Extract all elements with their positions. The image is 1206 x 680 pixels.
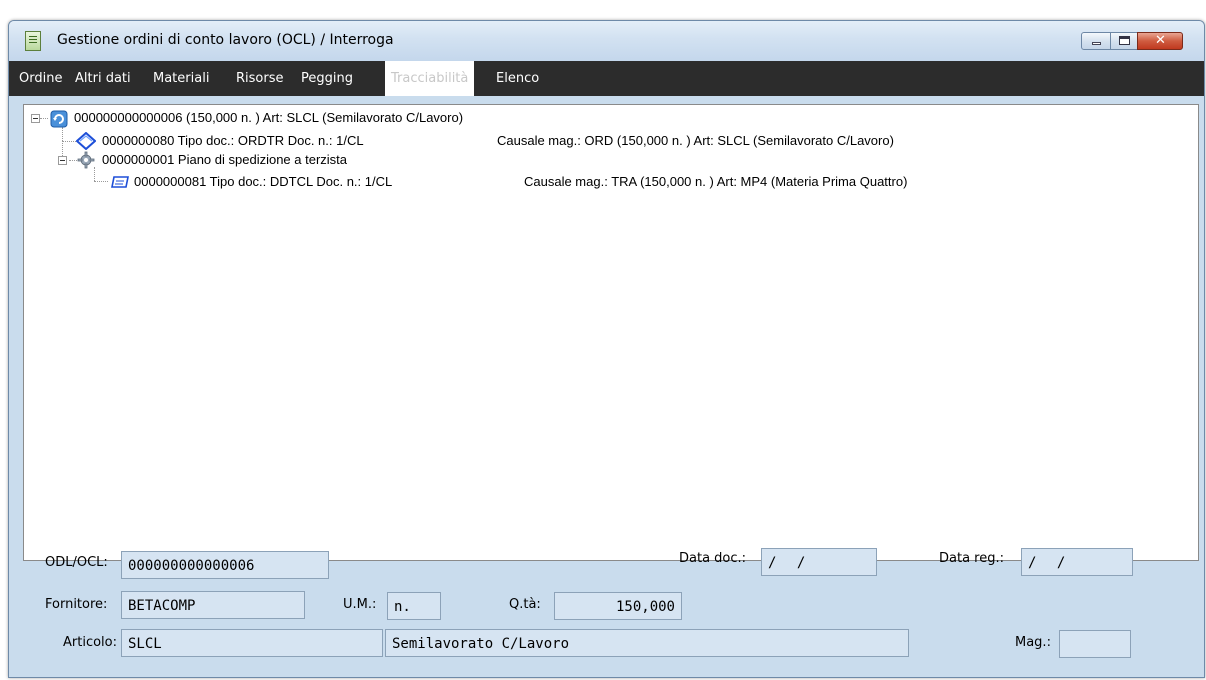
form-icon bbox=[25, 31, 41, 51]
qta-field[interactable]: 150,000 bbox=[554, 592, 682, 620]
tree-node-order-detail[interactable]: Causale mag.: ORD (150,000 n. ) Art: SLC… bbox=[497, 132, 894, 150]
tab-materiali[interactable]: Materiali bbox=[153, 61, 209, 96]
tree-connector bbox=[69, 160, 77, 161]
tree-connector bbox=[62, 141, 76, 142]
tree-root-label[interactable]: 000000000000006 (150,000 n. ) Art: SLCL … bbox=[74, 109, 463, 127]
tab-ordine[interactable]: Ordine bbox=[19, 61, 62, 96]
tree-node-ddt-code[interactable]: 0000000081 Tipo doc.: DDTCL Doc. n.: 1/C… bbox=[134, 173, 392, 191]
qta-label: Q.tà: bbox=[509, 597, 541, 612]
um-label: U.M.: bbox=[343, 597, 377, 612]
blue-diamond-icon bbox=[76, 132, 96, 150]
mag-field[interactable] bbox=[1059, 630, 1131, 658]
mag-label: Mag.: bbox=[1015, 635, 1051, 650]
data-reg-value: / / bbox=[1028, 555, 1072, 571]
data-doc-label: Data doc.: bbox=[679, 551, 747, 566]
articolo-field[interactable]: SLCL bbox=[121, 629, 383, 657]
tab-elenco[interactable]: Elenco bbox=[496, 61, 539, 96]
tree-connector bbox=[62, 127, 63, 141]
gear-icon bbox=[77, 151, 95, 169]
minimize-icon bbox=[1092, 42, 1101, 45]
tree-node-plan-code[interactable]: 0000000001 Piano di spedizione a terzist… bbox=[102, 151, 347, 169]
tree-node-order-code[interactable]: 0000000080 Tipo doc.: ORDTR Doc. n.: 1/C… bbox=[102, 132, 364, 150]
tree-connector bbox=[40, 118, 48, 119]
data-reg-label: Data reg.: bbox=[939, 551, 1004, 566]
tree-connector bbox=[94, 181, 108, 182]
data-reg-field[interactable]: / / bbox=[1021, 548, 1133, 576]
maximize-icon bbox=[1119, 36, 1130, 45]
data-doc-value: / / bbox=[768, 555, 812, 571]
collapse-root-toggle[interactable] bbox=[31, 114, 40, 123]
app-window: Gestione ordini di conto lavoro (OCL) / … bbox=[8, 20, 1205, 678]
tab-bar: Ordine Altri dati Materiali Risorse Pegg… bbox=[9, 61, 1204, 96]
tab-pegging[interactable]: Pegging bbox=[301, 61, 353, 96]
tab-altri-dati[interactable]: Altri dati bbox=[75, 61, 131, 96]
articolo-label: Articolo: bbox=[63, 635, 117, 650]
minimize-button[interactable] bbox=[1081, 32, 1111, 50]
articolo-description-field[interactable]: Semilavorato C/Lavoro bbox=[385, 629, 909, 657]
document-icon bbox=[111, 176, 129, 188]
fornitore-field[interactable]: BETACOMP bbox=[121, 591, 305, 619]
tree-node-ddt-detail[interactable]: Causale mag.: TRA (150,000 n. ) Art: MP4… bbox=[524, 173, 907, 191]
maximize-button[interactable] bbox=[1110, 32, 1138, 50]
traceability-tree[interactable]: 000000000000006 (150,000 n. ) Art: SLCL … bbox=[23, 104, 1199, 561]
order-refresh-icon bbox=[50, 110, 68, 128]
close-button[interactable]: ✕ bbox=[1137, 32, 1183, 50]
tab-tracciabilita[interactable]: Tracciabilità bbox=[385, 61, 475, 96]
tab-risorse[interactable]: Risorse bbox=[236, 61, 284, 96]
fornitore-label: Fornitore: bbox=[45, 597, 108, 612]
tree-connector bbox=[94, 167, 95, 181]
close-icon: ✕ bbox=[1155, 33, 1166, 48]
collapse-plan-toggle[interactable] bbox=[58, 156, 67, 165]
um-field[interactable]: n. bbox=[387, 592, 441, 620]
title-bar[interactable]: Gestione ordini di conto lavoro (OCL) / … bbox=[9, 21, 1204, 61]
data-doc-field[interactable]: / / bbox=[761, 548, 877, 576]
odl-label: ODL/OCL: bbox=[45, 555, 108, 570]
window-title: Gestione ordini di conto lavoro (OCL) / … bbox=[57, 32, 394, 48]
odl-field[interactable]: 000000000000006 bbox=[121, 551, 329, 579]
